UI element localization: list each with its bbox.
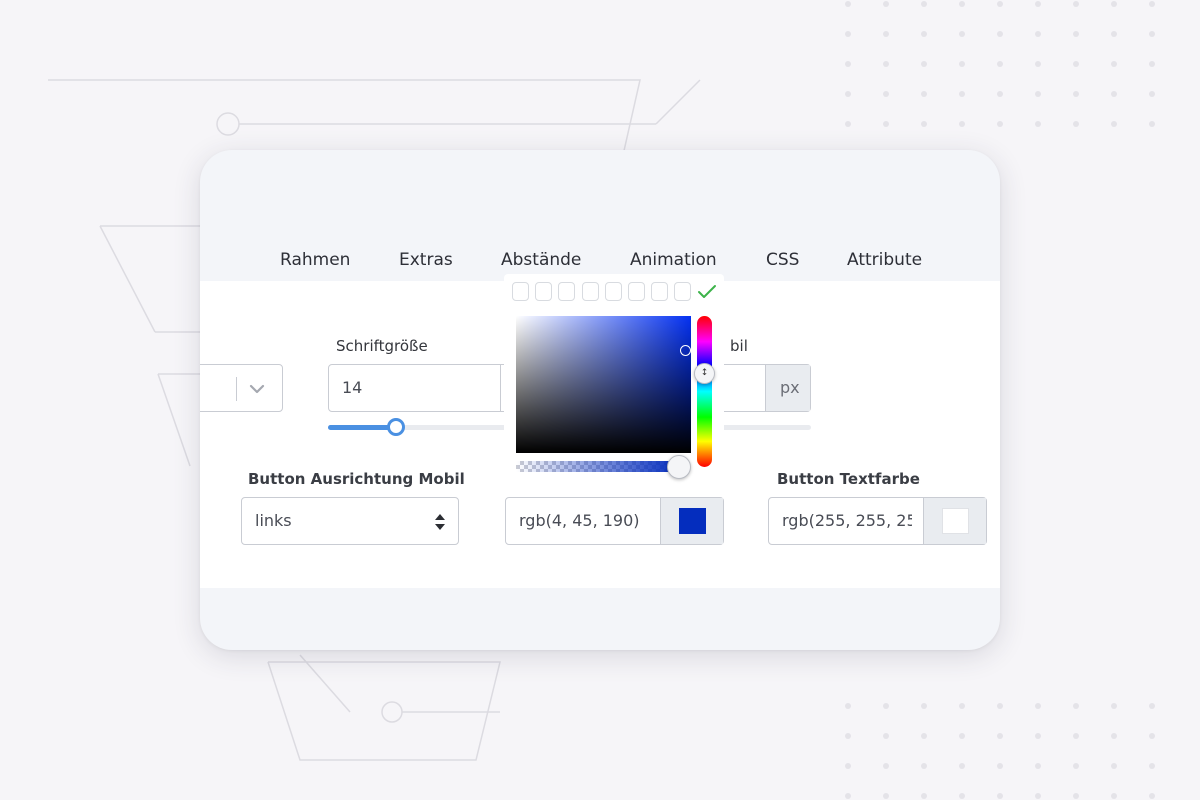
select-divider xyxy=(236,377,237,401)
saturation-brightness-cursor[interactable] xyxy=(680,344,692,356)
alpha-slider[interactable] xyxy=(516,461,679,472)
color-picker: ↕ xyxy=(504,274,724,480)
button-alignment-mobile-select[interactable]: links xyxy=(241,497,459,545)
font-size-slider-thumb[interactable] xyxy=(387,418,405,436)
tab-abstaende[interactable]: Abstände xyxy=(501,248,581,272)
preset-swatch[interactable] xyxy=(558,282,576,301)
font-size-slider-fill xyxy=(328,425,396,430)
preset-swatch[interactable] xyxy=(535,282,553,301)
button-alignment-mobile-label: Button Ausrichtung Mobil xyxy=(248,470,465,488)
alpha-slider-handle[interactable] xyxy=(667,455,691,479)
tab-animation[interactable]: Animation xyxy=(630,248,717,272)
tab-bar: Rahmen Extras Abstände Animation CSS Att… xyxy=(200,248,1000,272)
mobile-size-slider-track[interactable] xyxy=(720,425,811,430)
button-color-addon[interactable] xyxy=(660,498,723,544)
button-text-color-input[interactable]: rgb(255, 255, 255) xyxy=(768,497,987,545)
preset-swatch[interactable] xyxy=(651,282,669,301)
tab-extras[interactable]: Extras xyxy=(399,248,453,272)
button-text-color-value: rgb(255, 255, 255) xyxy=(782,511,912,530)
tab-attribute[interactable]: Attribute xyxy=(847,248,922,272)
sort-arrows-icon xyxy=(435,514,445,530)
hue-slider-handle[interactable]: ↕ xyxy=(694,363,715,384)
mobile-size-unit-addon: px xyxy=(765,365,810,411)
button-color-value: rgb(4, 45, 190) xyxy=(519,511,640,530)
tab-rahmen[interactable]: Rahmen xyxy=(280,248,350,272)
font-size-label: Schriftgröße xyxy=(336,337,428,355)
button-color-input[interactable]: rgb(4, 45, 190) xyxy=(505,497,724,545)
button-color-swatch[interactable] xyxy=(679,508,706,534)
mobile-size-label: bil xyxy=(730,337,748,355)
settings-card: Rahmen Extras Abstände Animation CSS Att… xyxy=(200,150,1000,650)
mobile-size-unit: px xyxy=(780,378,800,397)
truncated-select[interactable] xyxy=(200,364,283,412)
preset-swatch[interactable] xyxy=(604,282,622,301)
preset-swatch[interactable] xyxy=(674,282,692,301)
saturation-brightness-area[interactable] xyxy=(516,316,692,453)
button-text-color-label: Button Textfarbe xyxy=(777,470,920,488)
preset-swatch[interactable] xyxy=(581,282,599,301)
chevron-down-icon xyxy=(249,384,265,394)
preset-swatch[interactable] xyxy=(628,282,645,301)
font-size-input[interactable]: 14 xyxy=(328,364,528,412)
hue-slider[interactable] xyxy=(697,316,712,467)
font-size-value: 14 xyxy=(342,378,363,397)
check-icon[interactable] xyxy=(697,284,717,300)
button-text-color-swatch[interactable] xyxy=(942,508,969,534)
button-text-color-addon[interactable] xyxy=(923,498,986,544)
button-alignment-mobile-value: links xyxy=(255,511,292,530)
preset-swatch[interactable] xyxy=(512,282,529,301)
tab-css[interactable]: CSS xyxy=(766,248,799,272)
